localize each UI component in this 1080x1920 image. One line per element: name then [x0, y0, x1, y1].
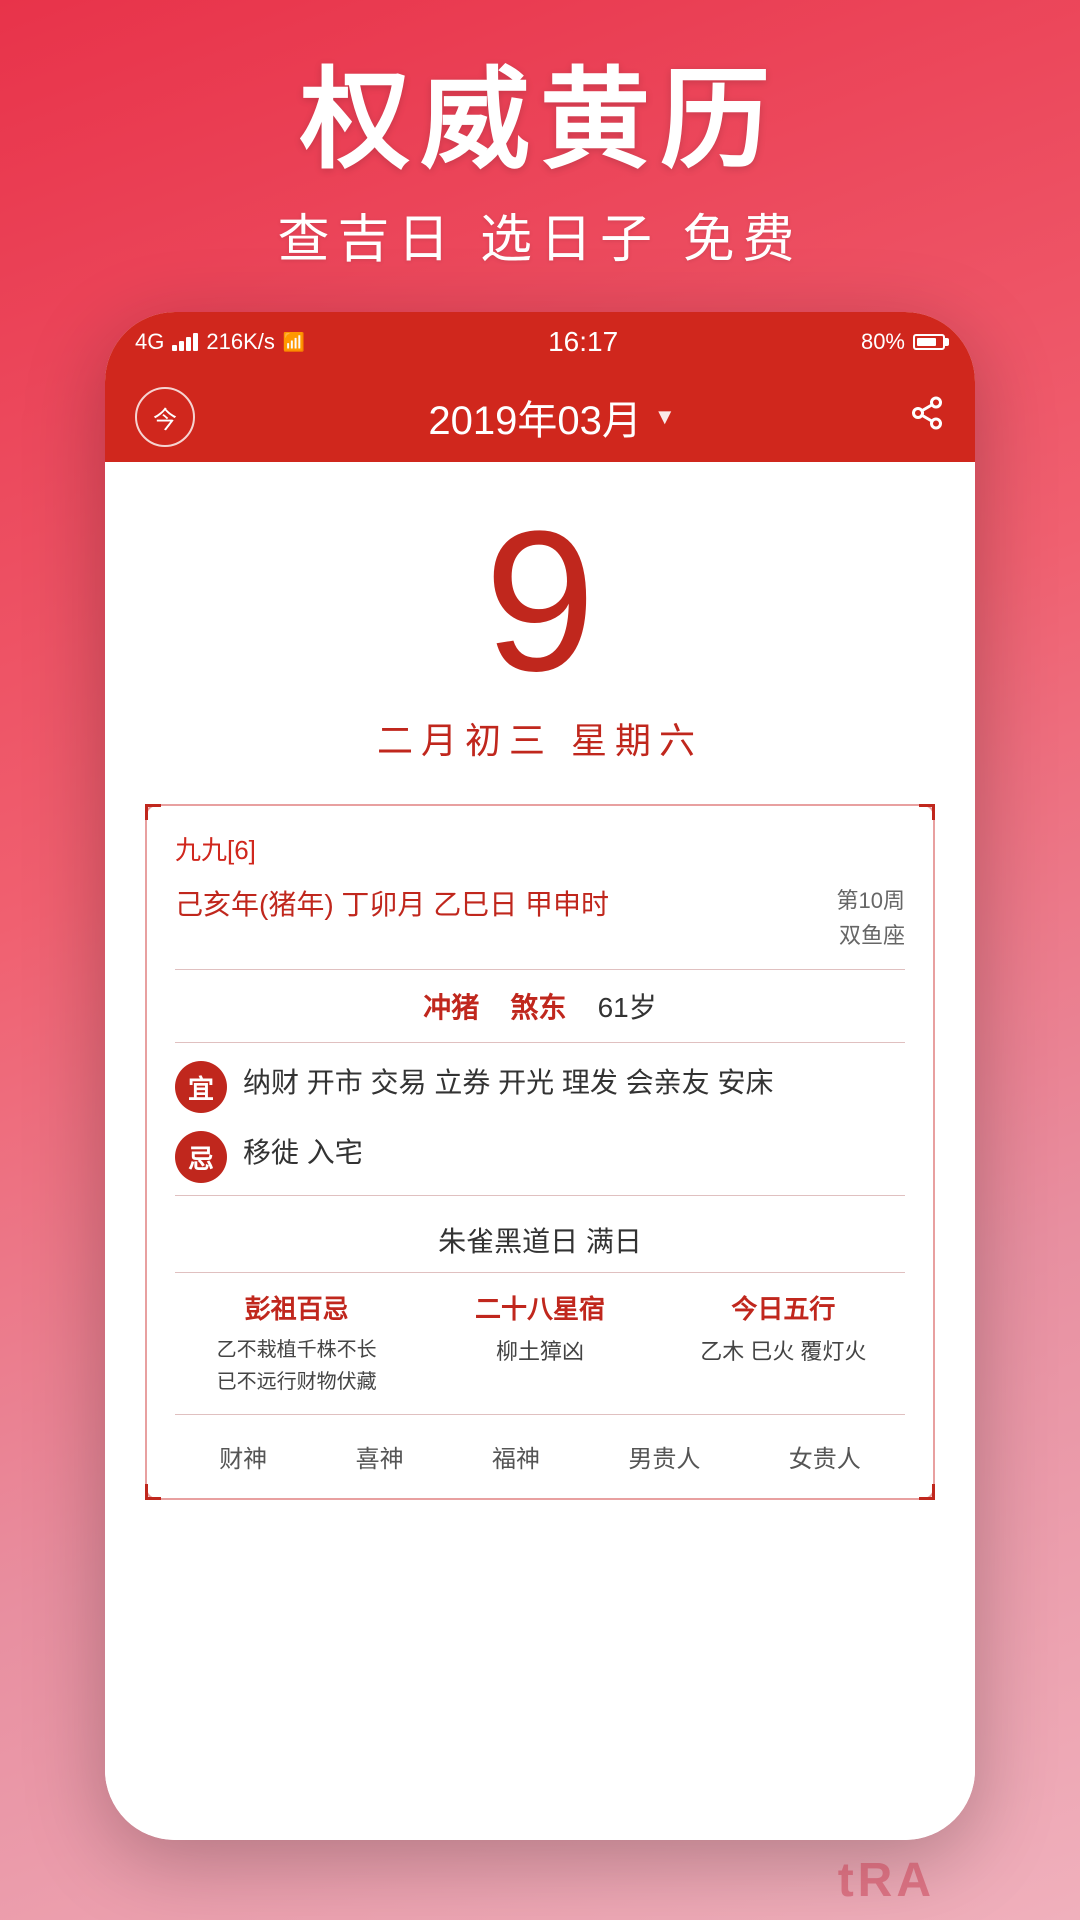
lunar-date: 二月初三 星期六: [377, 712, 703, 764]
wuxing-title: 今日五行: [731, 1289, 835, 1326]
xingxiu-content: 柳土獐凶: [496, 1334, 584, 1369]
wuxing-content: 乙木 巳火 覆灯火: [700, 1334, 866, 1369]
battery-label: 80%: [861, 329, 905, 355]
month-text: 2019年03月: [428, 388, 641, 446]
promo-section: 权威黄历 查吉日 选日子 免费: [0, 0, 1080, 312]
fushen-label: 福神: [492, 1439, 540, 1474]
signal-bars: [172, 333, 198, 351]
signal-bar-3: [186, 337, 191, 351]
xingxiu-title: 二十八星宿: [475, 1289, 605, 1326]
zhuri-row: 朱雀黑道日 满日: [175, 1208, 905, 1273]
watermark-text: tRA: [838, 1853, 935, 1908]
ji-text: 移徙 入宅: [243, 1129, 363, 1177]
shen-row: 财神 喜神 福神 男贵人 女贵人: [175, 1431, 905, 1474]
yi-text: 纳财 开市 交易 立券 开光 理发 会亲友 安床: [243, 1059, 773, 1107]
sha-text: 煞东: [510, 992, 566, 1023]
status-left: 4G 216K/s 📶: [135, 329, 305, 355]
battery-fill: [917, 338, 936, 346]
big-day: 9: [484, 502, 595, 702]
calendar-info-card: 九九[6] 己亥年(猪年) 丁卯月 乙巳日 甲申时 第10周 双鱼座 冲猪 煞东…: [145, 804, 935, 1500]
ganzhi-row: 己亥年(猪年) 丁卯月 乙巳日 甲申时 第10周 双鱼座: [175, 883, 905, 970]
chong-row: 冲猪 煞东 61岁: [175, 986, 905, 1043]
signal-label: 4G: [135, 329, 164, 355]
ji-badge: 忌: [175, 1131, 227, 1183]
signal-bar-2: [179, 341, 184, 351]
nvgui-label: 女贵人: [789, 1439, 861, 1474]
today-label: 今: [153, 400, 177, 435]
phone-mockup: 4G 216K/s 📶 16:17 80% 今 2019年03月 ▼: [105, 312, 975, 1840]
share-button[interactable]: [909, 395, 945, 440]
nangui-label: 男贵人: [628, 1439, 700, 1474]
battery-icon: [913, 334, 945, 350]
jiujiu-label: 九九[6]: [175, 830, 905, 867]
status-bar: 4G 216K/s 📶 16:17 80%: [105, 312, 975, 372]
status-right: 80%: [861, 329, 945, 355]
promo-subtitle: 查吉日 选日子 免费: [278, 197, 803, 272]
xishen-label: 喜神: [356, 1439, 404, 1474]
app-header: 今 2019年03月 ▼: [105, 372, 975, 462]
divider-1: [175, 1195, 905, 1196]
ji-row: 忌 移徙 入宅: [175, 1129, 905, 1183]
caishen-label: 财神: [219, 1439, 267, 1474]
xingxiu-block: 二十八星宿 柳土獐凶: [418, 1289, 661, 1398]
corner-tl: [145, 804, 161, 820]
date-display: 9 二月初三 星期六: [377, 502, 703, 764]
age-text: 61岁: [598, 992, 657, 1023]
corner-tr: [919, 804, 935, 820]
yi-badge: 宜: [175, 1061, 227, 1113]
speed-label: 216K/s: [206, 329, 275, 355]
promo-title: 权威黄历: [300, 60, 780, 181]
yi-row: 宜 纳财 开市 交易 立券 开光 理发 会亲友 安床: [175, 1059, 905, 1113]
bottom-area: tRA: [105, 1840, 975, 1920]
ganzhi-side: 第10周 双鱼座: [837, 883, 905, 953]
chevron-down-icon: ▼: [654, 404, 676, 430]
corner-br: [919, 1484, 935, 1500]
signal-bar-4: [193, 333, 198, 351]
zodiac-label: 双鱼座: [837, 918, 905, 953]
pengzu-content: 乙不栽植千株不长 已不远行财物伏藏: [217, 1334, 377, 1398]
ganzhi-text: 己亥年(猪年) 丁卯月 乙巳日 甲申时: [175, 883, 609, 923]
wifi-icon: 📶: [283, 332, 305, 353]
wuxing-block: 今日五行 乙木 巳火 覆灯火: [662, 1289, 905, 1398]
week-label: 第10周: [837, 883, 905, 918]
pengzu-block: 彭祖百忌 乙不栽植千株不长 已不远行财物伏藏: [175, 1289, 418, 1398]
three-col-section: 彭祖百忌 乙不栽植千株不长 已不远行财物伏藏 二十八星宿 柳土獐凶 今日五行 乙…: [175, 1289, 905, 1415]
today-button[interactable]: 今: [135, 387, 195, 447]
status-time: 16:17: [548, 326, 618, 358]
month-title[interactable]: 2019年03月 ▼: [428, 388, 675, 446]
chong-text: 冲猪: [423, 992, 479, 1023]
signal-bar-1: [172, 345, 177, 351]
pengzu-title: 彭祖百忌: [245, 1289, 349, 1326]
corner-bl: [145, 1484, 161, 1500]
main-content: 9 二月初三 星期六 九九[6] 己亥年(猪年) 丁卯月 乙巳日 甲申时 第10…: [105, 462, 975, 1840]
